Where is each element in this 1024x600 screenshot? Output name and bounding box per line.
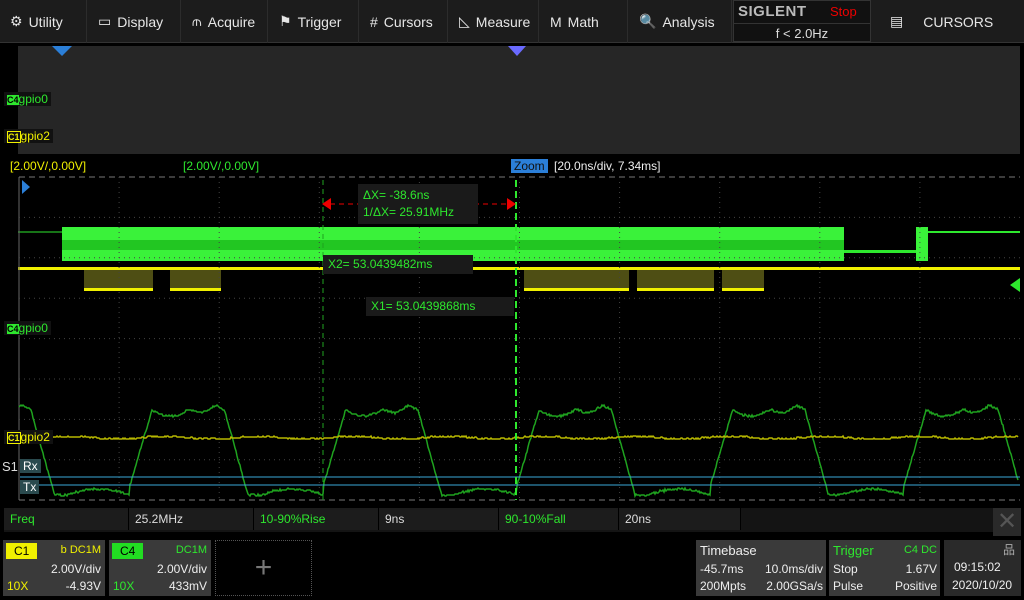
arrow-right-icon (507, 198, 516, 210)
clock-panel: 品 09:15:02 2020/10/20 (944, 540, 1021, 596)
flag-icon: ⚑ (279, 13, 292, 30)
waveform-display[interactable] (0, 155, 1024, 505)
measure-value: 20ns (619, 508, 741, 530)
cursor-x2-value: X2= 53.0439482ms (323, 255, 473, 274)
measure-name[interactable]: 10-90%Rise (254, 508, 379, 530)
gpio2-waveform (19, 436, 1018, 439)
hash-icon: # (370, 14, 378, 30)
c1-panel[interactable]: C1 b DC1M 2.00V/div 10X -4.93V (3, 540, 105, 596)
trigger-frequency: f < 2.0Hz (734, 23, 870, 41)
tx-label: Tx (20, 480, 39, 494)
gpio2-overview-burst (637, 270, 714, 290)
gpio0-overview (928, 231, 1020, 233)
cursors-panel-button[interactable]: ▤ CURSORS (880, 0, 1024, 43)
network-icon: 品 (1003, 541, 1015, 558)
gpio2-overview-low (170, 288, 221, 291)
ch4-overview-label: C4gpio0 (4, 92, 51, 106)
gpio2-overview-low (524, 288, 629, 291)
trigger-panel[interactable]: Trigger C4 DC Stop 1.67V Pulse Positive (829, 540, 940, 596)
trigger-marker-icon (52, 46, 72, 56)
gpio2-overview-burst (722, 270, 764, 290)
zoom-badge[interactable]: Zoom (511, 159, 548, 173)
timebase-panel[interactable]: Timebase -45.7ms 10.0ms/div 200Mpts 2.00… (696, 540, 826, 596)
menu-trigger[interactable]: ⚑ Trigger (269, 0, 359, 43)
plus-icon: + (255, 551, 273, 584)
gear-icon: ⚙ (10, 13, 23, 30)
gpio0-label[interactable]: C4gpio0 (4, 321, 51, 335)
gpio2-overview-burst (84, 270, 153, 290)
cursor-x1-value: X1= 53.0439868ms (366, 297, 514, 316)
trigger-position-icon (22, 180, 30, 194)
menu-display[interactable]: ▭ Display (88, 0, 181, 43)
c4-scale-label: [2.00V/,0.00V] (183, 159, 259, 173)
gpio2-overview-low (722, 288, 764, 291)
list-icon: ▤ (890, 13, 903, 30)
gpio2-overview-low (637, 288, 714, 291)
menu-cursors[interactable]: # Cursors (360, 0, 448, 43)
rx-label: Rx (20, 459, 41, 473)
add-channel-button[interactable]: + (215, 540, 312, 596)
gpio2-overview-burst (524, 270, 629, 290)
measure-name[interactable]: Freq (4, 508, 129, 530)
run-state[interactable]: Stop (830, 4, 857, 19)
gpio2-overview-burst (170, 270, 221, 290)
menu-analysis[interactable]: 🔍 Analysis (629, 0, 732, 43)
zoom-marker-icon (508, 46, 526, 56)
menu-measure[interactable]: ◺ Measure (449, 0, 539, 43)
trigger-level-icon (1010, 278, 1020, 292)
menu-math[interactable]: M Math (540, 0, 628, 43)
cursor-delta-box: ΔX= -38.6ns 1/ΔX= 25.91MHz (358, 184, 478, 224)
gpio0-overview-core (62, 240, 844, 250)
menu-acquire[interactable]: ⫙ Acquire (182, 0, 268, 43)
close-measure-button[interactable]: ✕ (993, 508, 1021, 536)
gpio0-overview-burst (916, 227, 928, 261)
analysis-icon: 🔍 (639, 13, 656, 30)
ruler-icon: ◺ (459, 13, 470, 30)
math-icon: M (550, 14, 562, 30)
zoom-timebase: [20.0ns/div, 7.34ms] (554, 159, 661, 173)
c4-panel[interactable]: C4 DC1M 2.00V/div 10X 433mV (109, 540, 211, 596)
gpio0-waveform (19, 405, 1018, 496)
overview-waveform[interactable] (18, 46, 1020, 154)
gpio2-overview-low (84, 288, 153, 291)
acquire-icon: ⫙ (192, 13, 202, 30)
measure-name[interactable]: 90-10%Fall (499, 508, 619, 530)
brand-status: SIGLENT Stop f < 2.0Hz (733, 0, 871, 42)
siglent-logo: SIGLENT (738, 3, 807, 20)
menu-bar: ⚙ Utility ▭ Display ⫙ Acquire ⚑ Trigger # Cur… (0, 0, 1024, 43)
measure-value: 9ns (379, 508, 499, 530)
ch1-overview-label: C1gpio2 (4, 129, 53, 143)
measure-bar: Freq 25.2MHz 10-90%Rise 9ns 90-10%Fall 2… (4, 508, 1020, 532)
measure-value: 25.2MHz (129, 508, 254, 530)
gpio2-label[interactable]: C1gpio2 (4, 430, 53, 444)
serial-label: S1 (2, 459, 18, 474)
c1-scale-label: [2.00V/,0.00V] (10, 159, 86, 173)
gpio0-overview (844, 250, 916, 253)
menu-utility[interactable]: ⚙ Utility (0, 0, 87, 43)
close-icon: ✕ (997, 508, 1017, 535)
monitor-icon: ▭ (98, 13, 111, 30)
